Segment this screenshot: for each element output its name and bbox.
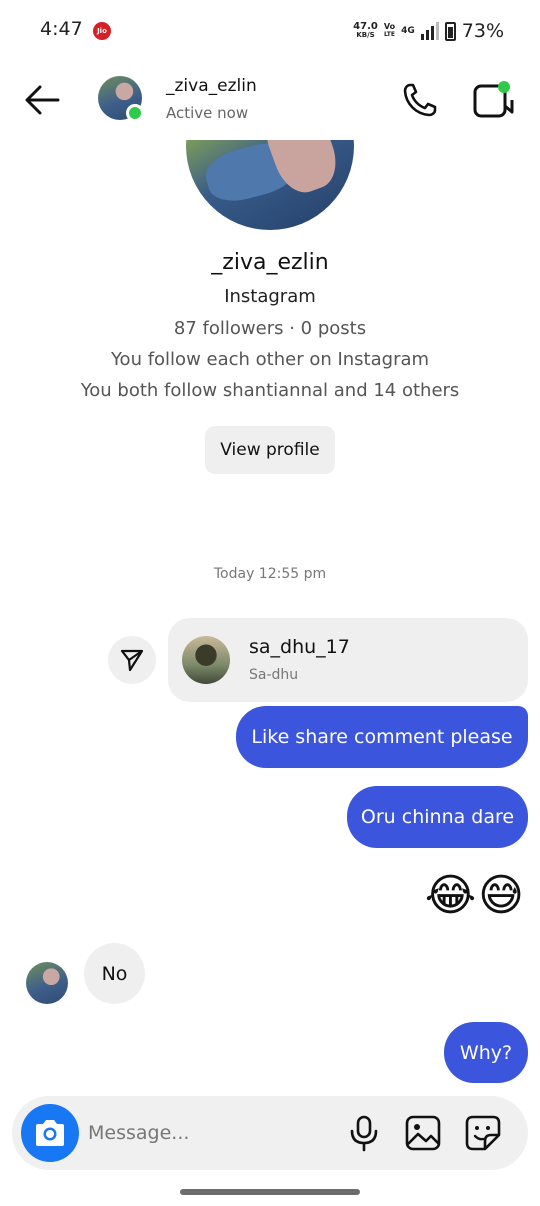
sticker-icon[interactable] <box>464 1114 502 1152</box>
battery-icon <box>444 21 456 41</box>
shared-profile-username: sa_dhu_17 <box>249 636 350 658</box>
network-speed: 47.0 KB/S <box>353 22 378 40</box>
phone-icon[interactable] <box>400 80 440 120</box>
status-indicators: 47.0 KB/S Vo LTE 4G 73% <box>353 20 504 42</box>
volte-indicator: Vo LTE <box>384 23 395 39</box>
profile-platform: Instagram <box>224 286 316 307</box>
shared-profile-display-name: Sa-dhu <box>249 667 299 683</box>
status-bar: 4:47 Jio 47.0 KB/S Vo LTE 4G 73% <box>0 0 540 62</box>
message-bubble[interactable]: Like share comment please <box>236 706 528 768</box>
status-time: 4:47 <box>40 18 83 40</box>
message-bubble[interactable]: Oru chinna dare <box>347 786 528 848</box>
network-type: 4G <box>401 26 415 36</box>
video-camera-icon[interactable] <box>472 78 514 120</box>
carrier-badge: Jio <box>93 22 111 40</box>
avatar[interactable] <box>26 962 68 1004</box>
mutual-follow-text: You follow each other on Instagram <box>110 349 430 370</box>
emoji-message[interactable]: 😂😅 <box>425 868 526 924</box>
image-icon[interactable] <box>404 1114 442 1152</box>
received-message-bubble[interactable]: No <box>84 943 145 1004</box>
view-profile-button[interactable]: View profile <box>205 426 335 474</box>
message-composer <box>12 1096 528 1170</box>
shared-profile-avatar <box>182 636 230 684</box>
forward-button[interactable] <box>108 636 156 684</box>
send-icon <box>120 649 144 672</box>
arrow-left-icon[interactable] <box>22 82 62 118</box>
camera-icon <box>36 1120 64 1146</box>
mutual-followers-text: You both follow shantiannal and 14 other… <box>80 380 460 401</box>
camera-button[interactable] <box>21 1104 79 1162</box>
message-timestamp: Today 12:55 pm <box>213 566 327 582</box>
speed-unit: KB/S <box>356 31 375 39</box>
signal-icon <box>420 22 439 40</box>
battery-percent: 73% <box>461 20 504 42</box>
header-active-status: Active now <box>166 104 249 122</box>
online-status-dot <box>126 104 144 122</box>
message-bubble[interactable]: Why? <box>444 1022 528 1083</box>
profile-username: _ziva_ezlin <box>211 250 329 275</box>
profile-stats: 87 followers · 0 posts <box>173 318 367 339</box>
microphone-icon[interactable] <box>346 1114 382 1152</box>
home-indicator[interactable] <box>180 1189 360 1195</box>
volte-bottom: LTE <box>383 31 395 38</box>
speed-value: 47.0 <box>353 21 378 32</box>
volte-top: Vo <box>383 22 396 31</box>
chat-header: _ziva_ezlin Active now <box>0 62 540 140</box>
header-username[interactable]: _ziva_ezlin <box>166 76 257 96</box>
shared-profile-card[interactable]: sa_dhu_17 Sa-dhu <box>168 618 528 702</box>
message-input[interactable] <box>88 1114 328 1152</box>
